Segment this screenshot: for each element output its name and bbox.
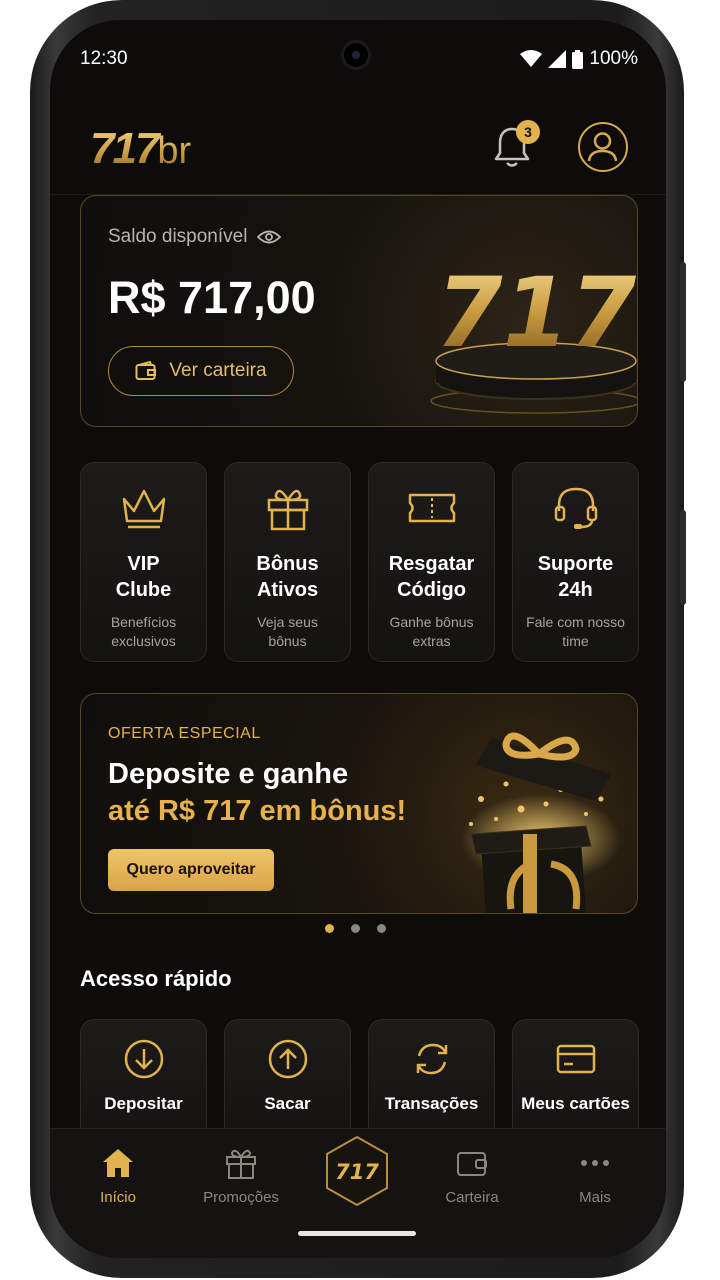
wallet-icon xyxy=(135,361,157,380)
promo-cta-button[interactable]: Quero aproveitar xyxy=(108,849,274,891)
quick-label: Sacar xyxy=(264,1094,311,1113)
feature-tiles: VIP Clube Benefícios exclusivos Bônus Ativo… xyxy=(80,462,640,662)
card-icon xyxy=(556,1044,596,1074)
nav-more[interactable]: Mais xyxy=(540,1145,650,1206)
balance-label-row: Saldo disponível xyxy=(108,226,282,248)
nav-home[interactable]: Início xyxy=(63,1145,173,1206)
tile-active-bonus[interactable]: Bônus Ativos Veja seus bônus xyxy=(224,462,351,662)
battery-level: 100% xyxy=(589,48,638,69)
view-wallet-button[interactable]: Ver carteira xyxy=(108,346,294,396)
download-circle-icon xyxy=(124,1039,164,1079)
gift-icon xyxy=(267,489,309,531)
hexagon-logo-icon: 717 xyxy=(326,1135,388,1207)
signal-icon xyxy=(548,50,567,68)
tile-title: Resgatar Código xyxy=(388,553,475,601)
upload-circle-icon xyxy=(268,1039,308,1079)
podium-717-text: 717 xyxy=(436,257,637,369)
gift-icon xyxy=(226,1149,256,1179)
nav-label: Promoções xyxy=(203,1189,279,1206)
nav-wallet[interactable]: Carteira xyxy=(417,1145,527,1206)
promo-kicker: OFERTA ESPECIAL xyxy=(108,725,261,742)
tile-subtitle: Benefícios exclusivos xyxy=(110,614,177,649)
quick-access-title: Acesso rápido xyxy=(80,966,232,991)
more-dots-icon xyxy=(581,1160,609,1166)
user-icon xyxy=(587,132,618,162)
quick-label: Transações xyxy=(384,1094,479,1113)
profile-button[interactable] xyxy=(578,122,628,172)
nav-label: Mais xyxy=(579,1189,611,1206)
tile-title: Bônus Ativos xyxy=(256,553,319,601)
app-logo[interactable]: 717br xyxy=(90,124,191,174)
tile-subtitle: Veja seus bônus xyxy=(257,614,318,649)
carousel-dot[interactable] xyxy=(351,924,360,933)
crown-icon xyxy=(122,489,166,529)
tile-vip-club[interactable]: VIP Clube Benefícios exclusivos xyxy=(80,462,207,662)
tile-subtitle: Ganhe bônus extras xyxy=(389,614,474,649)
logo-main: 717 xyxy=(90,124,158,173)
power-button xyxy=(680,262,686,382)
tile-support-24h[interactable]: Suporte 24h Fale com nosso time xyxy=(512,462,639,662)
nav-promotions[interactable]: Promoções xyxy=(186,1145,296,1206)
balance-label: Saldo disponível xyxy=(108,226,248,247)
quick-label: Meus cartões xyxy=(521,1094,630,1113)
app-screen: 12:30 100% 717br 3 Saldo disponível R$ 7… xyxy=(50,20,666,1258)
balance-card: Saldo disponível R$ 717,00 Ver carteira xyxy=(80,195,638,427)
carousel-indicator xyxy=(325,924,386,933)
wallet-icon xyxy=(457,1152,487,1176)
bottom-navigation: Início Promoções 717 Carteira Mais xyxy=(50,1128,666,1258)
front-camera xyxy=(341,40,371,70)
tile-subtitle: Fale com nosso time xyxy=(526,614,625,649)
view-wallet-label: Ver carteira xyxy=(169,360,267,381)
notification-badge: 3 xyxy=(516,120,540,144)
wifi-icon xyxy=(520,50,543,67)
carousel-dot[interactable] xyxy=(377,924,386,933)
headset-icon xyxy=(554,487,598,529)
ticket-icon xyxy=(408,493,456,523)
promo-banner[interactable]: OFERTA ESPECIAL Deposite e ganhe até R$ … xyxy=(80,693,638,914)
nav-center-label: 717 xyxy=(335,1160,379,1184)
volume-button xyxy=(680,510,686,605)
status-icons: 100% xyxy=(520,48,638,70)
battery-icon xyxy=(572,49,584,69)
app-header: 717br 3 xyxy=(50,100,666,195)
promo-headline-highlight: até R$ 717 em bônus! xyxy=(108,795,407,827)
status-bar: 12:30 100% xyxy=(50,20,666,100)
status-time: 12:30 xyxy=(80,48,128,69)
gift-box-illustration xyxy=(461,732,621,913)
balance-amount: R$ 717,00 xyxy=(108,272,316,323)
home-indicator[interactable] xyxy=(298,1231,416,1236)
nav-center-logo[interactable]: 717 xyxy=(324,1135,390,1207)
nav-label: Início xyxy=(100,1189,136,1206)
logo-suffix: br xyxy=(157,130,192,172)
eye-icon[interactable] xyxy=(257,229,282,245)
home-icon xyxy=(103,1149,133,1177)
refresh-icon xyxy=(416,1043,448,1075)
nav-label: Carteira xyxy=(445,1189,499,1206)
trophy-podium-illustration: 717 xyxy=(430,257,637,414)
tile-redeem-code[interactable]: Resgatar Código Ganhe bônus extras xyxy=(368,462,495,662)
tile-title: VIP Clube xyxy=(115,553,172,601)
carousel-dot[interactable] xyxy=(325,924,334,933)
quick-label: Depositar xyxy=(104,1094,183,1113)
promo-headline: Deposite e ganhe xyxy=(108,758,349,790)
tile-title: Suporte 24h xyxy=(537,553,614,601)
